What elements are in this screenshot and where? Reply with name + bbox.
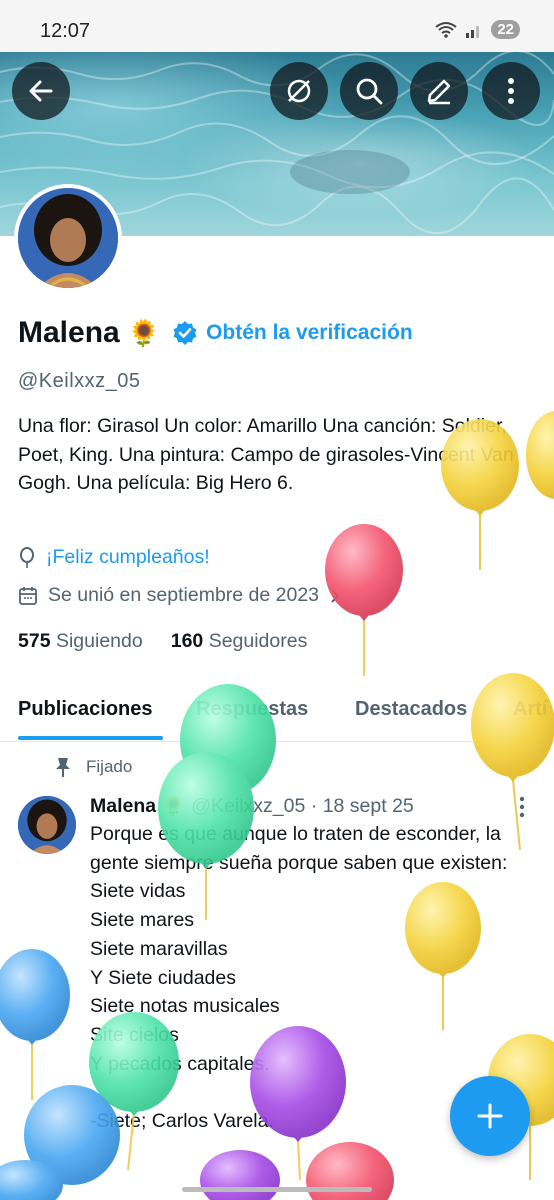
- plus-icon: [477, 1103, 503, 1129]
- more-options-button[interactable]: [482, 62, 540, 120]
- followers-label: Seguidores: [208, 630, 308, 652]
- following-count: 575: [18, 630, 51, 652]
- status-time: 12:07: [40, 20, 91, 42]
- post-author-handle: @Keilxxz_05: [191, 795, 306, 817]
- back-button[interactable]: [12, 62, 70, 120]
- battery-indicator: 22: [491, 20, 520, 39]
- chevron-right-icon[interactable]: [329, 587, 341, 605]
- edit-icon: [427, 79, 451, 105]
- active-tab-indicator: [18, 736, 163, 740]
- edit-button[interactable]: [410, 62, 468, 120]
- search-icon: [356, 78, 383, 105]
- birthday-row: ¡Feliz cumpleaños!: [18, 546, 210, 569]
- no-sync-icon: [287, 79, 311, 103]
- joined-date: Se unió en septiembre de 2023: [48, 584, 320, 606]
- sunflower-emoji: 🌻: [127, 317, 161, 348]
- post-author-name[interactable]: Malena: [90, 795, 156, 817]
- profile-tabs: Publicaciones Respuestas Destacados Artí: [0, 680, 554, 742]
- status-icons: 22: [435, 20, 520, 39]
- tab-publicaciones[interactable]: Publicaciones: [18, 698, 153, 721]
- pin-icon: [56, 758, 70, 777]
- tab-destacados[interactable]: Destacados: [355, 698, 467, 721]
- followers-count: 160: [170, 630, 204, 652]
- pinned-label-row: Fijado: [54, 756, 132, 778]
- calendar-icon: [19, 586, 37, 605]
- tab-articulos[interactable]: Artí: [513, 698, 547, 721]
- arrow-left-icon: [29, 80, 53, 102]
- pinned-label: Fijado: [86, 757, 133, 776]
- profile-name-row: Malena 🌻 Obtén la verificación: [18, 316, 413, 350]
- joined-row: Se unió en septiembre de 2023: [18, 584, 341, 607]
- following-label: Siguiendo: [55, 630, 143, 652]
- more-vertical-icon: [508, 78, 514, 104]
- balloon-icon: [20, 546, 34, 568]
- follow-stats: 575 Siguiendo 160 Seguidores: [18, 630, 307, 653]
- tab-respuestas[interactable]: Respuestas: [196, 698, 308, 721]
- verified-badge-icon: [173, 321, 197, 345]
- search-button[interactable]: [340, 62, 398, 120]
- status-bar: 12:07 22: [0, 0, 554, 52]
- followers-link[interactable]: 160 Seguidores: [171, 630, 308, 653]
- no-sync-button[interactable]: [270, 62, 328, 120]
- post-header: Malena 🌻 @Keilxxz_05 · 18 sept 25: [90, 794, 414, 818]
- compose-post-button[interactable]: [450, 1076, 530, 1156]
- gesture-navigation-bar[interactable]: [182, 1187, 372, 1192]
- signal-icon: [466, 25, 480, 38]
- avatar-photo: [18, 796, 76, 854]
- post-author-emoji: 🌻: [161, 795, 186, 817]
- following-link[interactable]: 575 Siguiendo: [18, 630, 143, 653]
- get-verified-link[interactable]: Obtén la verificación: [206, 321, 413, 345]
- post-more-button[interactable]: [518, 796, 526, 823]
- profile-avatar[interactable]: [14, 184, 122, 292]
- birthday-link[interactable]: ¡Feliz cumpleaños!: [46, 546, 210, 569]
- post-author-avatar[interactable]: [18, 796, 76, 854]
- post-date: 18 sept 25: [322, 795, 414, 817]
- wifi-icon: [435, 21, 457, 38]
- profile-bio: Una flor: Girasol Un color: Amarillo Una…: [18, 415, 514, 494]
- profile-handle: @Keilxxz_05: [18, 370, 141, 392]
- more-vertical-icon: [519, 796, 525, 818]
- avatar-photo: [18, 188, 118, 288]
- post-separator: ·: [310, 795, 318, 817]
- profile-name: Malena: [18, 316, 120, 349]
